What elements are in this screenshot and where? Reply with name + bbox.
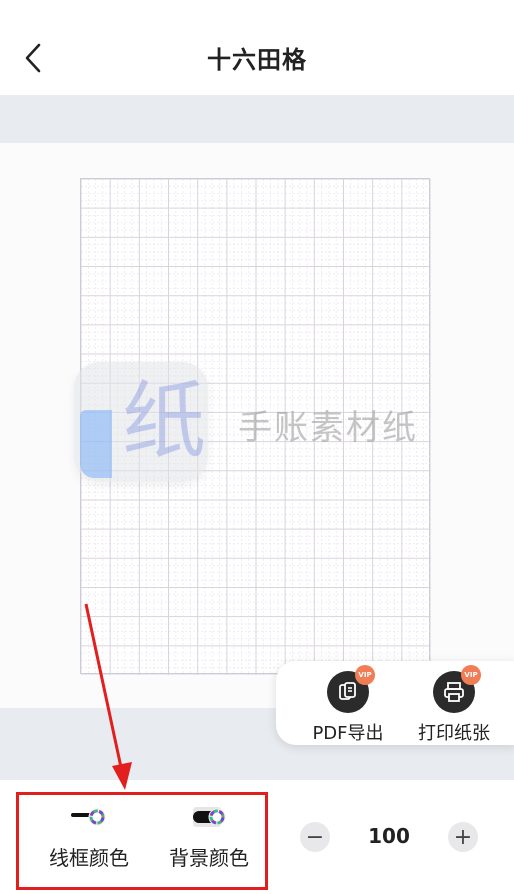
line-color-label: 线框颜色 xyxy=(49,846,129,870)
page-title: 十六田格 xyxy=(207,46,307,74)
pdf-export-icon: VIP xyxy=(327,665,375,713)
decrease-button[interactable]: − xyxy=(300,822,330,852)
line-color-icon xyxy=(69,806,109,828)
app-header: 十六田格 xyxy=(0,0,514,95)
size-stepper: − 100 + xyxy=(300,818,480,858)
increase-button[interactable]: + xyxy=(448,822,478,852)
line-color-button[interactable]: 线框颜色 xyxy=(34,806,144,871)
pdf-export-button[interactable]: VIP PDF导出 xyxy=(298,665,398,744)
action-panel: VIP PDF导出 VIP 打印纸张 xyxy=(276,661,514,745)
background-color-button[interactable]: 背景颜色 xyxy=(154,806,264,871)
paper-preview xyxy=(80,178,431,675)
vip-badge: VIP xyxy=(461,665,481,685)
pdf-export-label: PDF导出 xyxy=(312,723,384,744)
print-paper-button[interactable]: VIP 打印纸张 xyxy=(404,665,504,744)
printer-icon: VIP xyxy=(433,665,481,713)
background-color-icon xyxy=(189,806,229,828)
print-paper-label: 打印纸张 xyxy=(418,723,490,744)
tian-grid xyxy=(81,179,431,675)
stepper-value: 100 xyxy=(368,824,410,848)
vip-badge: VIP xyxy=(355,665,375,685)
background-color-label: 背景颜色 xyxy=(169,846,249,870)
